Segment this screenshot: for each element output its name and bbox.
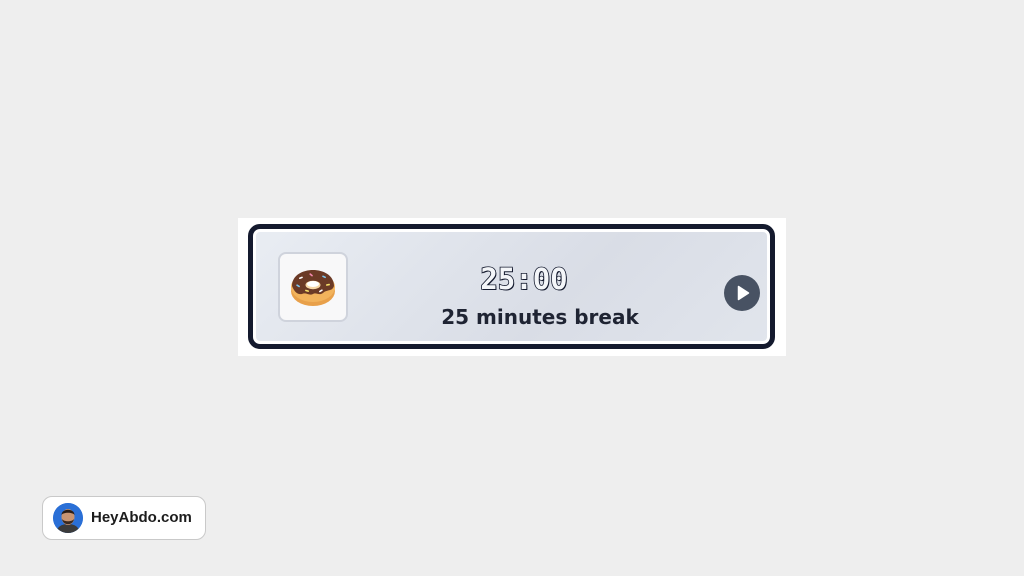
play-icon [737,285,750,301]
timer-card: 25:00 25 minutes break [248,224,775,349]
timer-time: 25:00 [480,262,569,296]
avatar [53,503,83,533]
brand-badge[interactable]: HeyAbdo.com [42,496,206,540]
brand-name: HeyAbdo.com [91,509,192,526]
page: 25:00 25 minutes break HeyAbdo.com [0,0,1024,576]
play-button[interactable] [724,275,760,311]
timer-card-frame: 25:00 25 minutes break [238,218,786,356]
